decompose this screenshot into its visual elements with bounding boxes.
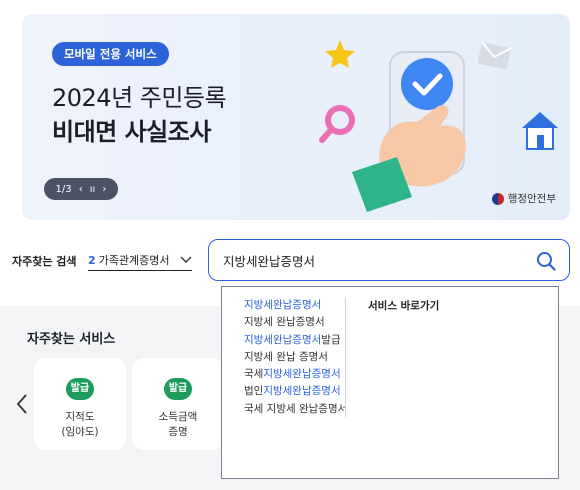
- banner-pause-button[interactable]: ıı: [90, 184, 96, 195]
- frequent-search-label: 자주찾는 검색: [12, 255, 77, 268]
- search-input[interactable]: [223, 250, 513, 270]
- service-card[interactable]: 발급 지적도 (임야도): [34, 358, 126, 450]
- suggestion-item[interactable]: 국세지방세완납증명서: [244, 366, 347, 383]
- chevron-left-icon[interactable]: [14, 392, 30, 416]
- envelope-icon: [477, 41, 512, 70]
- service-name: 소득금액 증명: [158, 411, 198, 438]
- promo-banner[interactable]: 모바일 전용 서비스 2024년 주민등록 비대면 사실조사 1/3 ‹ ıı …: [22, 14, 570, 220]
- suggestion-item[interactable]: 지방세 완납 증명서: [244, 349, 347, 366]
- ministry-logo: 행정안전부: [491, 191, 556, 206]
- service-shortcut-heading: 서비스 바로가기: [368, 300, 440, 312]
- suggestion-item[interactable]: 지방세완납증명서발급: [244, 332, 347, 349]
- ministry-name: 행정안전부: [507, 193, 556, 205]
- suggestion-item[interactable]: 국세 지방세 완납증명서: [244, 401, 347, 418]
- service-name: 지적도 (임야도): [61, 411, 99, 438]
- chevron-down-icon: [180, 256, 192, 263]
- search-icon[interactable]: [535, 250, 557, 272]
- check-circle-icon: [401, 58, 453, 110]
- suggestion-item[interactable]: 지방세 완납증명서: [244, 314, 347, 331]
- suggestion-item[interactable]: 지방세완납증명서: [244, 297, 347, 314]
- service-badge: 발급: [66, 378, 94, 400]
- search-box: [208, 239, 570, 281]
- frequent-search-select[interactable]: 2 가족관계증명서: [88, 249, 192, 271]
- suggestion-list: 지방세완납증명서 지방세 완납증명서 지방세완납증명서발급 지방세 완납 증명서 국세지…: [244, 297, 347, 418]
- house-icon: [522, 112, 558, 150]
- autocomplete-dropdown: 지방세완납증명서 지방세 완납증명서 지방세완납증명서발급 지방세 완납 증명서 국세지…: [221, 286, 559, 479]
- service-badge: 발급: [164, 378, 192, 400]
- magnifier-icon: [319, 105, 355, 143]
- banner-page-indicator: 1/3: [55, 183, 72, 195]
- page: 모바일 전용 서비스 2024년 주민등록 비대면 사실조사 1/3 ‹ ıı …: [0, 0, 580, 490]
- ministry-emblem-icon: [491, 192, 504, 205]
- frequent-services-title: 자주찾는 서비스: [27, 332, 116, 347]
- dropdown-divider: [345, 297, 346, 417]
- banner-title-line2: 비대면 사실조사: [52, 118, 211, 146]
- banner-next-button[interactable]: ›: [102, 184, 106, 195]
- frequent-search-selected: 2 가족관계증명서: [88, 253, 170, 267]
- banner-badge: 모바일 전용 서비스: [52, 42, 169, 66]
- suggestion-item[interactable]: 법인지방세완납증명서: [244, 383, 347, 400]
- banner-prev-button[interactable]: ‹: [79, 184, 83, 195]
- service-card[interactable]: 발급 소득금액 증명: [132, 358, 224, 450]
- star-icon: [325, 40, 355, 68]
- banner-pager: 1/3 ‹ ıı ›: [44, 178, 118, 200]
- hand-phone-illustration: [319, 40, 558, 212]
- banner-title-line1: 2024년 주민등록: [52, 84, 227, 112]
